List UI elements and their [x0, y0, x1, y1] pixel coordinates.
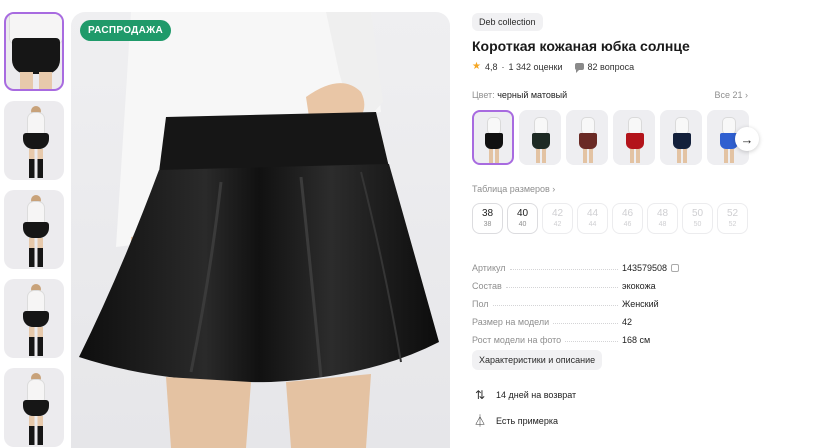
spec-key: Размер на модели [472, 317, 550, 327]
spec-key: Пол [472, 299, 489, 309]
size-ru-value: 52 [728, 221, 737, 228]
specs-list: Артикул 143579508 Состав экокожа Пол Женский Р… [472, 255, 702, 345]
spec-value: 168 см [622, 335, 651, 345]
color-swatch[interactable] [472, 110, 514, 165]
size-value: 42 [551, 208, 564, 219]
color-swatches [472, 110, 749, 165]
size-option[interactable]: 40 40 [507, 203, 538, 234]
thumbnail-2[interactable] [4, 101, 64, 180]
size-table-link[interactable]: Таблица размеров › [472, 184, 555, 194]
size-option[interactable]: 46 46 [612, 203, 643, 234]
reviews-count[interactable]: 1 342 оценки [508, 62, 562, 72]
size-value: 50 [691, 208, 704, 219]
size-option[interactable]: 42 42 [542, 203, 573, 234]
hanger-icon: ⏃ [474, 414, 487, 428]
size-ru-value: 44 [588, 221, 597, 228]
spec-key: Состав [472, 281, 502, 291]
size-ru-value: 50 [693, 221, 702, 228]
size-options: 38 38 40 40 42 42 44 44 46 46 48 48 50 50 52 52 [472, 203, 748, 234]
size-option[interactable]: 52 52 [717, 203, 748, 234]
size-value: 44 [586, 208, 599, 219]
thumbnail-4[interactable] [4, 279, 64, 358]
spec-row: Артикул 143579508 [472, 255, 702, 273]
return-perk: ⇅ 14 дней на возврат [474, 388, 576, 402]
color-swatch[interactable] [519, 110, 561, 165]
color-row: Цвет: черный матовый Все 21 › [472, 90, 748, 100]
spec-row: Состав экокожа [472, 273, 702, 291]
size-value: 52 [726, 208, 739, 219]
color-value: черный матовый [497, 90, 568, 100]
return-arrows-icon: ⇅ [474, 388, 486, 402]
color-label: Цвет: [472, 90, 495, 100]
main-product-image[interactable]: РАСПРОДАЖА [71, 12, 450, 448]
sale-badge: РАСПРОДАЖА [80, 20, 171, 41]
rating-row[interactable]: ★ 4,8 · 1 342 оценки 82 вопроса [472, 61, 635, 73]
size-value: 38 [481, 208, 494, 219]
questions-count[interactable]: 82 вопроса [588, 62, 635, 72]
product-title: Короткая кожаная юбка солнце [472, 38, 690, 54]
characteristics-button[interactable]: Характеристики и описание [472, 350, 603, 370]
spec-value: 42 [622, 317, 633, 327]
color-swatch[interactable] [566, 110, 608, 165]
thumbnail-5[interactable] [4, 368, 64, 447]
spec-value: Женский [622, 299, 659, 309]
size-value: 46 [621, 208, 634, 219]
rating-score: 4,8 [484, 61, 498, 72]
spec-key: Артикул [472, 263, 506, 273]
spec-value: 143579508 [622, 263, 668, 273]
size-ru-value: 46 [623, 221, 632, 228]
spec-row: Пол Женский [472, 291, 702, 309]
spec-row: Рост модели на фото 168 см [472, 327, 702, 345]
size-ru-value: 40 [518, 221, 527, 228]
size-option[interactable]: 44 44 [577, 203, 608, 234]
size-value: 48 [656, 208, 669, 219]
thumbnail-3[interactable] [4, 190, 64, 269]
spec-key: Рост модели на фото [472, 335, 562, 345]
color-swatch[interactable] [660, 110, 702, 165]
size-option[interactable]: 50 50 [682, 203, 713, 234]
skirt-photo [79, 12, 439, 448]
chat-icon [574, 63, 584, 73]
size-ru-value: 42 [553, 221, 562, 228]
return-perk-text: 14 дней на возврат [496, 390, 577, 400]
copy-icon[interactable] [671, 264, 680, 272]
spec-value: экокожа [622, 281, 656, 291]
spec-row: Размер на модели 42 [472, 309, 702, 327]
next-arrow-icon[interactable]: → [735, 127, 759, 151]
size-option[interactable]: 38 38 [472, 203, 503, 234]
all-colors-link[interactable]: Все 21 › [714, 90, 748, 100]
brand-chip[interactable]: Deb collection [472, 13, 543, 31]
size-option[interactable]: 48 48 [647, 203, 678, 234]
fitting-perk-text: Есть примерка [496, 415, 558, 426]
size-value: 40 [516, 208, 529, 219]
fitting-perk: ⏃ Есть примерка [474, 412, 558, 429]
star-icon: ★ [472, 61, 481, 72]
size-ru-value: 48 [658, 221, 667, 228]
thumbnail-list [4, 12, 66, 448]
thumbnail-1[interactable] [4, 12, 64, 91]
size-ru-value: 38 [483, 221, 492, 228]
color-swatch[interactable] [613, 110, 655, 165]
